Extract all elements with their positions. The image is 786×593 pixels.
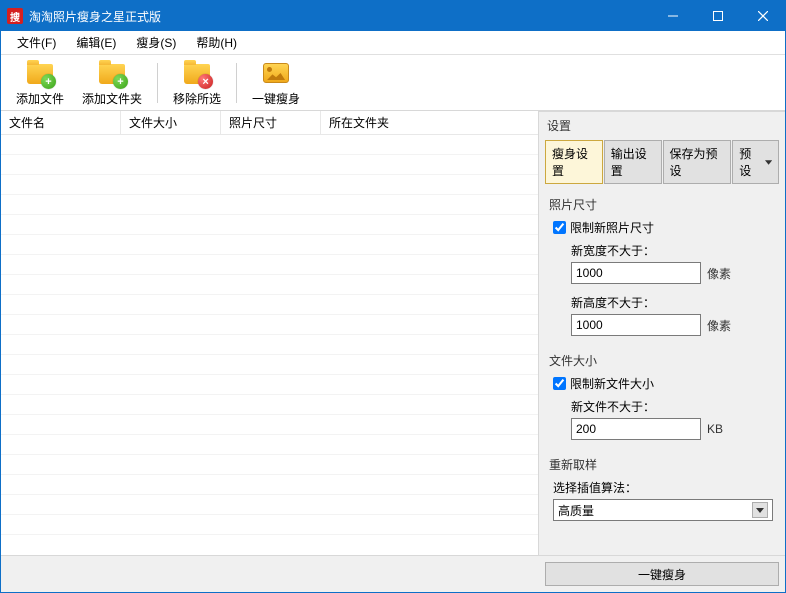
resample-title: 重新取样 (549, 456, 775, 473)
one-key-slim-button[interactable]: 一键瘦身 (245, 55, 307, 110)
new-filesize-input[interactable] (571, 418, 701, 440)
width-unit: 像素 (707, 265, 731, 282)
toolbar-separator (236, 63, 237, 103)
settings-body: 照片尺寸 限制新照片尺寸 新宽度不大于： 像素 新高度不大于： (539, 184, 785, 555)
footer: 一键瘦身 (1, 555, 785, 592)
limit-file-size-label: 限制新文件大小 (570, 375, 654, 392)
footer-one-key-button[interactable]: 一键瘦身 (545, 562, 779, 586)
app-icon: 搜 (7, 8, 23, 24)
new-width-input[interactable] (571, 262, 701, 284)
resample-group: 重新取样 选择插值算法： 高质量 (549, 456, 775, 521)
settings-pane: 设置 瘦身设置 输出设置 保存为预设 预设 照片尺寸 限制新照片尺寸 (539, 111, 785, 555)
file-size-group: 文件大小 限制新文件大小 新文件不大于： KB (549, 352, 775, 440)
settings-title: 设置 (539, 112, 785, 140)
menu-edit[interactable]: 编辑(E) (66, 31, 126, 54)
file-size-title: 文件大小 (549, 352, 775, 369)
add-folder-icon: + (97, 58, 127, 88)
col-folder[interactable]: 所在文件夹 (321, 111, 538, 134)
one-key-slim-label: 一键瘦身 (252, 90, 300, 107)
tab-output-settings[interactable]: 输出设置 (604, 140, 662, 184)
remove-selected-label: 移除所选 (173, 90, 221, 107)
toolbar-separator (157, 63, 158, 103)
new-filesize-label: 新文件不大于： (571, 398, 775, 415)
table-body[interactable] (1, 135, 538, 555)
titlebar: 搜 淘淘照片瘦身之星正式版 (1, 1, 785, 31)
close-button[interactable] (740, 1, 785, 31)
one-key-slim-icon (261, 58, 291, 88)
toolbar: + 添加文件 + 添加文件夹 × 移除所选 一键瘦身 (1, 55, 785, 111)
menu-help[interactable]: 帮助(H) (186, 31, 247, 54)
remove-selected-icon: × (182, 58, 212, 88)
app-window: 搜 淘淘照片瘦身之星正式版 文件(F) 编辑(E) 瘦身(S) 帮助(H) + … (0, 0, 786, 593)
filesize-unit: KB (707, 422, 723, 436)
content-area: 文件名 文件大小 照片尺寸 所在文件夹 设置 瘦身设置 输出设置 保存为预设 预… (1, 111, 785, 555)
add-file-button[interactable]: + 添加文件 (9, 55, 71, 110)
col-photosize[interactable]: 照片尺寸 (221, 111, 321, 134)
photo-size-group: 照片尺寸 限制新照片尺寸 新宽度不大于： 像素 新高度不大于： (549, 196, 775, 336)
menu-file[interactable]: 文件(F) (7, 31, 66, 54)
window-title: 淘淘照片瘦身之星正式版 (29, 8, 650, 25)
limit-photo-size-label: 限制新照片尺寸 (570, 219, 654, 236)
menubar: 文件(F) 编辑(E) 瘦身(S) 帮助(H) (1, 31, 785, 55)
window-controls (650, 1, 785, 31)
minimize-button[interactable] (650, 1, 695, 31)
menu-slim[interactable]: 瘦身(S) (126, 31, 186, 54)
chevron-down-icon (765, 160, 772, 165)
chevron-down-icon (752, 502, 768, 518)
resample-select[interactable]: 高质量 (553, 499, 773, 521)
limit-photo-size-row[interactable]: 限制新照片尺寸 (549, 219, 775, 236)
limit-file-size-row[interactable]: 限制新文件大小 (549, 375, 775, 392)
new-height-input[interactable] (571, 314, 701, 336)
add-folder-button[interactable]: + 添加文件夹 (75, 55, 149, 110)
settings-tabs: 瘦身设置 输出设置 保存为预设 预设 (539, 140, 785, 184)
tab-slim-settings[interactable]: 瘦身设置 (545, 140, 603, 184)
maximize-button[interactable] (695, 1, 740, 31)
new-width-label: 新宽度不大于： (571, 242, 775, 259)
height-unit: 像素 (707, 317, 731, 334)
resample-label: 选择插值算法： (553, 479, 775, 496)
tab-preset-label: 预设 (739, 145, 761, 179)
remove-selected-button[interactable]: × 移除所选 (166, 55, 228, 110)
add-folder-label: 添加文件夹 (82, 90, 142, 107)
tab-save-preset[interactable]: 保存为预设 (663, 140, 732, 184)
col-filename[interactable]: 文件名 (1, 111, 121, 134)
photo-size-title: 照片尺寸 (549, 196, 775, 213)
tab-preset-dropdown[interactable]: 预设 (732, 140, 779, 184)
file-list-pane: 文件名 文件大小 照片尺寸 所在文件夹 (1, 111, 539, 555)
add-file-icon: + (25, 58, 55, 88)
table-header: 文件名 文件大小 照片尺寸 所在文件夹 (1, 111, 538, 135)
col-filesize[interactable]: 文件大小 (121, 111, 221, 134)
add-file-label: 添加文件 (16, 90, 64, 107)
new-height-label: 新高度不大于： (571, 294, 775, 311)
limit-photo-size-checkbox[interactable] (553, 221, 566, 234)
limit-file-size-checkbox[interactable] (553, 377, 566, 390)
resample-value: 高质量 (558, 502, 594, 519)
